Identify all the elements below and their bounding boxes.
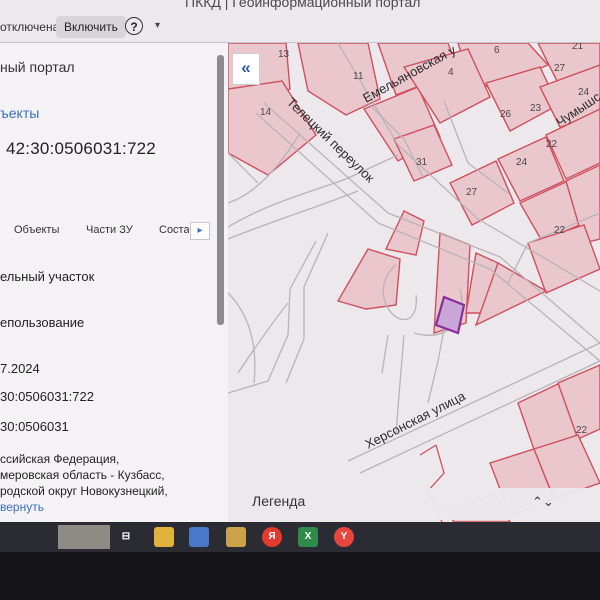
map-view[interactable]: Телецкий переулок Емельяновская у Чумышс… — [228, 43, 600, 522]
lot-number: 22 — [576, 425, 588, 436]
lot-number: 22 — [554, 225, 566, 236]
field-date: 7.2024 — [0, 361, 40, 376]
lot-number: 26 — [500, 109, 512, 120]
file-explorer-icon[interactable] — [154, 527, 174, 547]
info-panel: ный портал ъекты 42:30:0506031:722 Объек… — [0, 43, 228, 522]
street-label-khersonskaya: Херсонская улица — [363, 388, 469, 452]
tab-parts[interactable]: Части ЗУ — [86, 224, 133, 236]
monitor-bezel — [0, 552, 600, 600]
lot-number: 22 — [546, 139, 558, 150]
chevron-down-icon[interactable]: ▾ — [155, 20, 160, 31]
lot-number: 13 — [278, 49, 290, 60]
map-parcel[interactable] — [384, 210, 425, 256]
objects-breadcrumb-link[interactable]: ъекты — [0, 105, 39, 121]
lot-number: 24 — [578, 87, 590, 98]
map-parcel[interactable] — [336, 248, 401, 310]
legend-label: Легенда — [252, 493, 306, 509]
help-icon[interactable]: ? — [125, 17, 143, 35]
field-address-line-3: родской округ Новокузнецкий, — [0, 484, 168, 498]
window-title: ПККД | Геоинформационный портал — [185, 0, 421, 10]
lot-number: 4 — [448, 67, 454, 78]
collapse-panel-button[interactable]: « — [232, 53, 260, 85]
yandex-browser-icon[interactable]: Y — [334, 527, 354, 547]
tab-composition[interactable]: Соста — [159, 224, 189, 236]
lot-number: 6 — [494, 45, 500, 56]
lot-number: 27 — [466, 187, 478, 198]
browser-notice-bar: ПККД | Геоинформационный портал отключен… — [0, 0, 600, 43]
field-cadastral-number: 30:0506031:722 — [0, 389, 94, 404]
tabs-next-button[interactable]: ▸ — [190, 222, 210, 240]
lot-number: 14 — [260, 107, 272, 118]
field-type: ельный участок — [0, 269, 95, 284]
legend-bar[interactable]: Легенда ⌃⌄ — [228, 488, 600, 520]
lot-number: 21 — [572, 43, 584, 52]
taskbar-thumbnail[interactable] — [58, 525, 110, 549]
lot-number: 27 — [554, 63, 566, 74]
screen: ПККД | Геоинформационный портал отключен… — [0, 0, 600, 522]
taskbar: ⊟ Я X Y — [0, 522, 600, 552]
portal-title: ный портал — [0, 59, 75, 75]
field-land-use: епользование — [0, 315, 85, 330]
excel-icon[interactable]: X — [298, 527, 318, 547]
field-address-line-1: ссийская Федерация, — [0, 452, 120, 466]
notice-text: отключена — [0, 20, 60, 34]
field-cadastral-quarter: 30:0506031 — [0, 419, 69, 434]
lot-number: 24 — [516, 157, 528, 168]
task-view-icon[interactable]: ⊟ — [116, 527, 136, 547]
lot-number: 31 — [416, 157, 428, 168]
panel-scrollbar[interactable] — [217, 55, 224, 325]
lot-number: 11 — [353, 71, 364, 82]
field-address-line-2: меровская область - Кузбасс, — [0, 468, 165, 482]
yandex-icon[interactable]: Я — [262, 527, 282, 547]
lot-number: 23 — [530, 103, 542, 114]
folder-icon[interactable] — [226, 527, 246, 547]
notes-icon[interactable] — [189, 527, 209, 547]
tab-objects[interactable]: Объекты — [14, 224, 59, 236]
collapse-link[interactable]: вернуть — [0, 500, 44, 514]
expand-collapse-icon[interactable]: ⌃⌄ — [532, 494, 554, 510]
enable-button[interactable]: Включить — [56, 16, 126, 38]
cadastral-number-title: 42:30:0506031:722 — [6, 139, 156, 158]
